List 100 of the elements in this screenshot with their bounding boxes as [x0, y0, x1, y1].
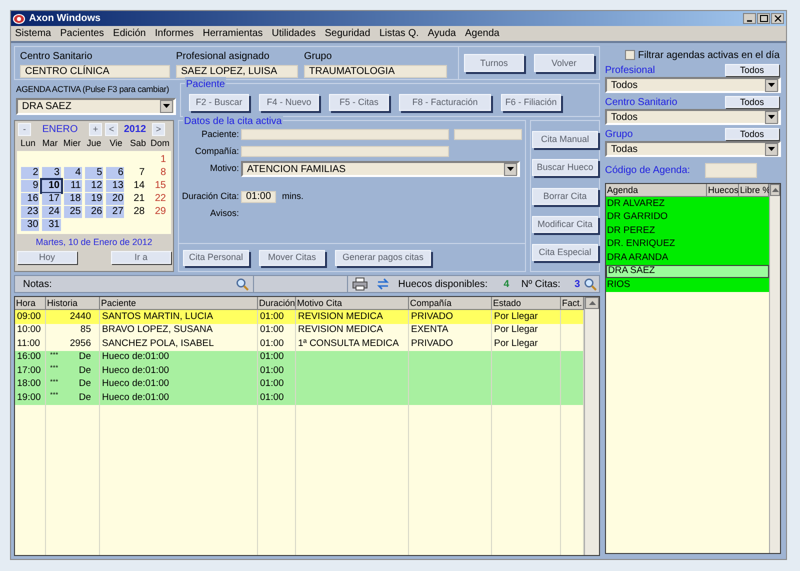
- reason-select[interactable]: ATENCION FAMILIAS: [241, 161, 520, 177]
- function-key-button[interactable]: F8 - Facturación: [399, 94, 491, 110]
- menu-item[interactable]: Listas Q.: [379, 26, 419, 41]
- calendar-day[interactable]: 31: [42, 219, 61, 231]
- appointment-button[interactable]: Borrar Cita: [532, 188, 598, 204]
- function-key-button[interactable]: F4 - Nuevo: [259, 94, 319, 110]
- menu-item[interactable]: Edición: [113, 26, 146, 41]
- patient-code-field[interactable]: [454, 129, 522, 140]
- calendar-day[interactable]: 29: [148, 206, 167, 218]
- calendar-day[interactable]: 15: [148, 180, 167, 192]
- previous-year-button[interactable]: <: [105, 122, 118, 136]
- action-button[interactable]: Cita Personal: [183, 250, 249, 266]
- next-year-button[interactable]: >: [152, 122, 165, 136]
- calendar-day[interactable]: 18: [64, 193, 82, 205]
- menu-item[interactable]: Utilidades: [272, 26, 316, 41]
- calendar-day[interactable]: 25: [64, 206, 82, 218]
- calendar-day[interactable]: 27: [106, 206, 124, 218]
- minimize-button[interactable]: [743, 13, 756, 24]
- column-header[interactable]: Motivo Cita: [296, 297, 409, 310]
- previous-month-button[interactable]: -: [18, 122, 31, 136]
- printer-icon[interactable]: [352, 277, 368, 291]
- appointment-row[interactable]: 10:00 85 BRAVO LOPEZ, SUSANA 01:00 REVISION MEDICA EXENTA Por Llegar: [15, 324, 584, 337]
- calendar-day[interactable]: 14: [127, 180, 146, 192]
- agenda-row[interactable]: DR ALVAREZ: [606, 197, 769, 210]
- all-button[interactable]: Todos: [725, 64, 779, 76]
- calendar-day[interactable]: 30: [21, 219, 40, 231]
- calendar-day[interactable]: 6: [106, 167, 124, 179]
- agenda-code-field[interactable]: [705, 162, 758, 178]
- all-button[interactable]: Todos: [725, 96, 779, 108]
- menu-item[interactable]: Ayuda: [428, 26, 456, 41]
- calendar-day[interactable]: 12: [84, 180, 104, 192]
- calendar-day[interactable]: 11: [64, 180, 82, 192]
- scroll-up-icon[interactable]: [772, 188, 778, 192]
- refresh-icon[interactable]: [376, 278, 390, 290]
- scroll-up-icon[interactable]: [588, 301, 596, 305]
- column-header[interactable]: Historia: [46, 297, 100, 310]
- column-header[interactable]: Huecos: [707, 184, 739, 197]
- calendar-day[interactable]: 2: [21, 167, 40, 179]
- next-month-button[interactable]: +: [89, 122, 102, 136]
- company-field[interactable]: [241, 146, 449, 157]
- search-icon[interactable]: [584, 278, 597, 290]
- calendar-day[interactable]: 24: [42, 206, 61, 218]
- all-button[interactable]: Todos: [725, 128, 779, 140]
- header-button[interactable]: Turnos: [464, 54, 524, 72]
- appointment-row[interactable]: 09:00 2440 SANTOS MARTIN, LUCIA 01:00 REVISION MEDICA PRIVADO Por Llegar: [15, 310, 584, 324]
- calendar-day[interactable]: 9: [21, 180, 40, 192]
- readonly-field[interactable]: CENTRO CLÍNICA: [20, 64, 170, 78]
- readonly-field[interactable]: TRAUMATOLOGIA: [304, 64, 447, 78]
- go-to-button[interactable]: Ir a: [111, 250, 171, 264]
- calendar-day[interactable]: 4: [64, 167, 82, 179]
- appointment-button[interactable]: Cita Especial: [532, 244, 598, 261]
- calendar-day[interactable]: 13: [106, 180, 124, 192]
- search-icon[interactable]: [236, 278, 250, 290]
- calendar-day[interactable]: 22: [148, 193, 167, 205]
- agenda-select[interactable]: DRA SAEZ: [16, 98, 176, 115]
- column-header[interactable]: Compañía: [409, 297, 492, 310]
- menu-item[interactable]: Herramientas: [202, 26, 263, 41]
- column-header[interactable]: Agenda: [606, 184, 707, 197]
- calendar-day[interactable]: 5: [84, 167, 104, 179]
- header-button[interactable]: Volver: [534, 54, 594, 72]
- calendar-day[interactable]: 26: [84, 206, 104, 218]
- appointment-button[interactable]: Buscar Hueco: [532, 159, 598, 176]
- close-button[interactable]: [771, 13, 784, 24]
- calendar-day[interactable]: 19: [84, 193, 104, 205]
- calendar-day[interactable]: 1: [148, 154, 167, 166]
- filter-select[interactable]: Todas: [605, 141, 781, 157]
- calendar-day[interactable]: 10: [42, 180, 61, 192]
- calendar-day[interactable]: 17: [42, 193, 61, 205]
- function-key-button[interactable]: F2 - Buscar: [189, 94, 249, 110]
- function-key-button[interactable]: F5 - Citas: [329, 94, 389, 110]
- agenda-row[interactable]: DR PEREZ: [606, 224, 769, 238]
- agenda-row[interactable]: DR GARRIDO: [606, 210, 769, 224]
- action-button[interactable]: Generar pagos citas: [335, 250, 431, 266]
- filter-select[interactable]: Todos: [605, 109, 781, 125]
- column-header[interactable]: Hora: [15, 297, 46, 310]
- readonly-field[interactable]: SAEZ LOPEZ, LUISA: [176, 64, 298, 78]
- menu-item[interactable]: Informes: [154, 26, 194, 41]
- calendar-day[interactable]: 16: [21, 193, 40, 205]
- column-header[interactable]: Paciente: [100, 297, 258, 310]
- calendar-day[interactable]: 20: [106, 193, 124, 205]
- menu-item[interactable]: Seguridad: [324, 26, 370, 41]
- calendar-day[interactable]: 23: [21, 206, 40, 218]
- patient-field[interactable]: [241, 129, 449, 140]
- agenda-row[interactable]: RIOS: [606, 278, 769, 292]
- menu-item[interactable]: Sistema: [15, 26, 52, 41]
- calendar-day[interactable]: 7: [127, 167, 146, 179]
- appointment-row[interactable]: 11:00 2956 SANCHEZ POLA, ISABEL 01:00 1ª CONSULTA MEDICA PRIVADO Por Llegar: [15, 337, 584, 350]
- scrollbar[interactable]: [584, 297, 599, 555]
- column-header[interactable]: Fact.: [561, 297, 584, 310]
- column-header[interactable]: Duración: [258, 297, 296, 310]
- agenda-row[interactable]: DRA SAEZ: [606, 264, 769, 278]
- menu-item[interactable]: Pacientes: [60, 26, 104, 41]
- calendar-day[interactable]: 21: [127, 193, 146, 205]
- calendar-day[interactable]: 28: [127, 206, 146, 218]
- maximize-button[interactable]: [757, 13, 770, 24]
- function-key-button[interactable]: F6 - Filiación: [501, 94, 561, 110]
- calendar-day[interactable]: 3: [42, 167, 61, 179]
- appointment-button[interactable]: Cita Manual: [532, 131, 598, 148]
- filter-select[interactable]: Todos: [605, 77, 781, 93]
- agenda-row[interactable]: DR. ENRIQUEZ: [606, 238, 769, 251]
